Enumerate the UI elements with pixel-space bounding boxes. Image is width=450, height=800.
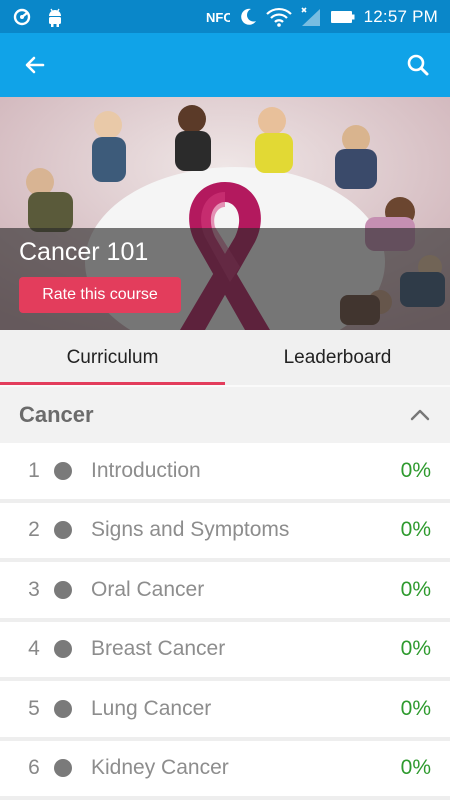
lesson-progress: 0% — [400, 637, 431, 661]
lesson-number: 4 — [28, 637, 40, 661]
chevron-up-icon[interactable] — [408, 403, 432, 427]
list-item[interactable]: 4 Breast Cancer 0% — [0, 621, 450, 681]
app-bar — [0, 33, 450, 97]
svg-text:NFC: NFC — [206, 10, 230, 25]
rate-course-button[interactable]: Rate this course — [19, 277, 181, 313]
lesson-progress: 0% — [400, 518, 431, 542]
search-icon — [407, 54, 429, 76]
sync-icon — [12, 7, 32, 27]
section-header[interactable]: Cancer — [0, 387, 450, 443]
tab-leaderboard[interactable]: Leaderboard — [225, 330, 450, 385]
status-dot-icon — [54, 521, 72, 540]
lesson-title: Breast Cancer — [91, 637, 226, 661]
status-bar: NFC 12:57 PM — [0, 0, 450, 33]
lesson-title: Oral Cancer — [91, 577, 205, 601]
tab-curriculum[interactable]: Curriculum — [0, 330, 225, 385]
lesson-progress: 0% — [400, 756, 431, 780]
status-dot-icon — [54, 461, 72, 480]
lesson-title: Signs and Symptoms — [91, 518, 290, 542]
status-dot-icon — [54, 699, 72, 718]
status-dot-icon — [54, 580, 72, 599]
search-button[interactable] — [400, 47, 436, 83]
lesson-number: 1 — [28, 458, 40, 482]
list-item[interactable]: 2 Signs and Symptoms 0% — [0, 502, 450, 562]
lesson-number: 5 — [28, 696, 40, 720]
status-dot-icon — [54, 759, 72, 778]
status-dot-icon — [54, 640, 72, 659]
nfc-icon: NFC — [206, 7, 230, 27]
android-icon — [46, 7, 64, 27]
list-item[interactable]: 5 Lung Cancer 0% — [0, 681, 450, 741]
lesson-progress: 0% — [400, 696, 431, 720]
lesson-title: Lung Cancer — [91, 696, 212, 720]
lesson-progress: 0% — [400, 577, 431, 601]
course-title: Cancer 101 — [19, 238, 149, 266]
list-item[interactable]: 1 Introduction 0% — [0, 443, 450, 503]
list-item[interactable]: 3 Oral Cancer 0% — [0, 562, 450, 622]
lesson-list: 1 Introduction 0% 2 Signs and Symptoms 0… — [0, 443, 450, 800]
lesson-title: Kidney Cancer — [91, 756, 229, 780]
lesson-number: 3 — [28, 577, 40, 601]
section-title: Cancer — [19, 402, 94, 427]
wifi-icon — [265, 7, 292, 27]
course-banner: Cancer 101 Rate this course — [0, 97, 450, 330]
tab-bar: Curriculum Leaderboard — [0, 330, 450, 385]
signal-icon — [300, 6, 322, 27]
lesson-title: Introduction — [91, 458, 201, 482]
back-button[interactable] — [17, 47, 53, 83]
lesson-number: 6 — [28, 756, 40, 780]
arrow-back-icon — [25, 56, 45, 74]
battery-icon — [330, 7, 356, 27]
lesson-progress: 0% — [400, 458, 431, 482]
lesson-number: 2 — [28, 518, 40, 542]
moon-icon — [238, 7, 258, 27]
list-item[interactable]: 6 Kidney Cancer 0% — [0, 740, 450, 800]
clock: 12:57 PM — [363, 6, 438, 26]
